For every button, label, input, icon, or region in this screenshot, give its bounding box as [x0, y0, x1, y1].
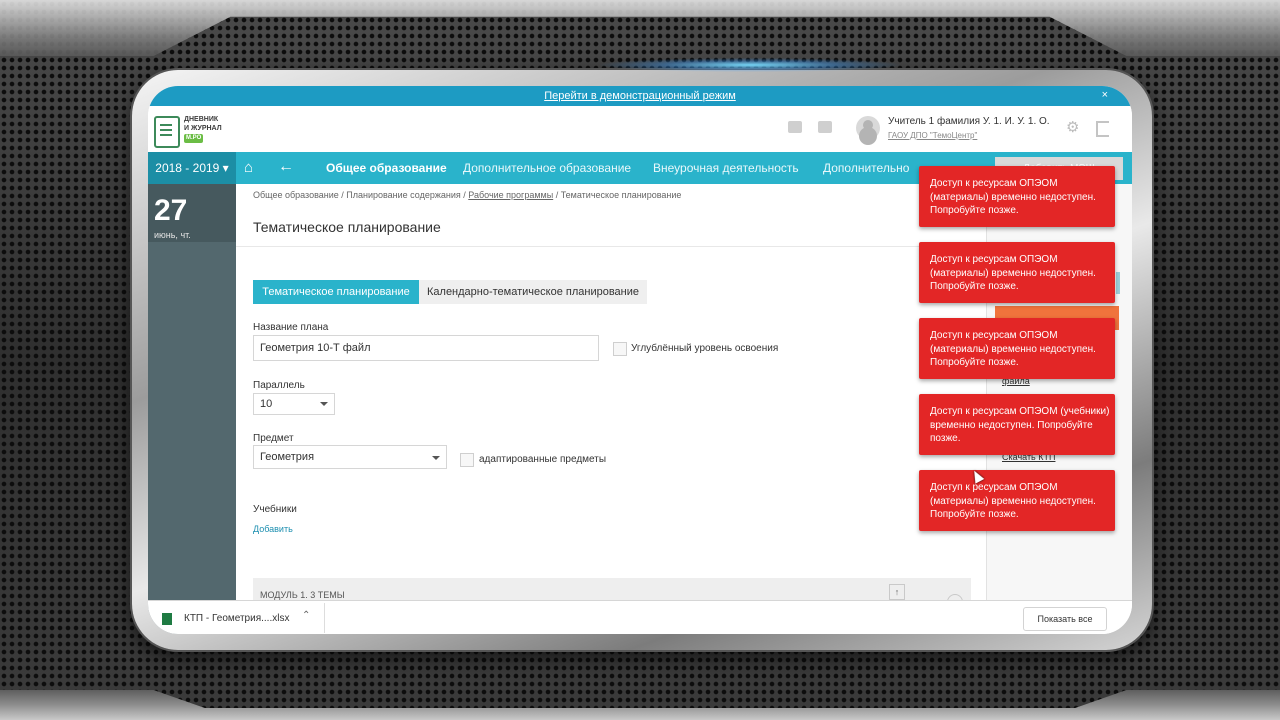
tab-calendar-planning[interactable]: Календарно-тематическое планирование	[419, 280, 647, 304]
divider	[324, 603, 325, 633]
year-selector[interactable]: 2018 - 2019 ▾	[148, 152, 236, 184]
user-organization[interactable]: ГАОУ ДПО "ТемоЦентр"	[888, 131, 977, 140]
add-textbook-link[interactable]: Добавить	[253, 524, 293, 534]
error-toast[interactable]: Доступ к ресурсам ОПЭОМ (материалы) врем…	[919, 470, 1115, 531]
frame-glow	[600, 58, 900, 72]
logo-badge: М.РО	[184, 134, 204, 143]
nav-item-general[interactable]: Общее образование	[326, 152, 447, 184]
module-label: МОДУЛЬ 1. 3 ТЕМЫ	[260, 590, 345, 600]
parallel-select[interactable]: 10	[253, 393, 335, 415]
download-item[interactable]: КТП - Геометрия....xlsx	[184, 613, 289, 624]
nav-item-additional-education[interactable]: Дополнительное образование	[463, 152, 631, 184]
notification-icon[interactable]	[788, 121, 802, 133]
error-toast[interactable]: Доступ к ресурсам ОПЭОМ (учебники) време…	[919, 394, 1115, 455]
demo-mode-link[interactable]: Перейти в демонстрационный режим	[544, 90, 736, 102]
plan-name-label: Название плана	[253, 322, 329, 333]
breadcrumb-part-3: / Тематическое планирование	[553, 190, 682, 200]
demo-mode-bar: Перейти в демонстрационный режим ×	[148, 86, 1132, 106]
app-logo[interactable]: ДНЕВНИК И ЖУРНАЛ М.РО	[154, 114, 234, 148]
parallel-label: Параллель	[253, 380, 305, 391]
breadcrumb-work-programs[interactable]: Рабочие программы	[468, 190, 553, 200]
page-title: Тематическое планирование	[253, 219, 441, 235]
app-header: ДНЕВНИК И ЖУРНАЛ М.РО Учитель 1 фамилия …	[148, 106, 1132, 153]
toast-message: Доступ к ресурсам ОПЭОМ (учебники) време…	[930, 406, 1110, 444]
chevron-down-icon	[432, 456, 440, 460]
parallel-value: 10	[260, 398, 273, 410]
subject-label: Предмет	[253, 433, 294, 444]
avatar[interactable]	[856, 116, 880, 140]
plan-name-input[interactable]: Геометрия 10-Т файл	[253, 335, 599, 361]
logo-text: ДНЕВНИК И ЖУРНАЛ М.РО	[184, 115, 222, 143]
chevron-down-icon	[320, 402, 328, 406]
logo-line-1: ДНЕВНИК	[184, 116, 219, 123]
chevron-up-icon[interactable]: ⌃	[302, 610, 310, 621]
deep-level-checkbox[interactable]	[613, 342, 627, 356]
subject-value: Геометрия	[260, 451, 315, 463]
logo-line-2: И ЖУРНАЛ	[184, 125, 222, 132]
journal-icon	[154, 116, 180, 148]
divider	[236, 246, 988, 247]
gear-icon[interactable]: ⚙	[1066, 120, 1079, 135]
adapted-subjects-label: адаптированные предметы	[479, 454, 607, 465]
toast-message: Доступ к ресурсам ОПЭОМ (материалы) врем…	[930, 330, 1096, 368]
left-sidebar: 27 июнь, чт.	[148, 184, 236, 634]
browser-screen: Перейти в демонстрационный режим × ДНЕВН…	[148, 86, 1132, 634]
user-name[interactable]: Учитель 1 фамилия У. 1. И. У. 1. О.	[888, 116, 1050, 127]
back-arrow-icon[interactable]: ←	[278, 159, 294, 175]
mail-icon[interactable]	[818, 121, 832, 133]
date-widget: 27 июнь, чт.	[148, 184, 236, 242]
toast-message: Доступ к ресурсам ОПЭОМ (материалы) врем…	[930, 482, 1096, 520]
year-value: 2018 - 2019	[155, 161, 220, 175]
arrow-up-icon[interactable]: ↑	[889, 584, 905, 600]
excel-file-icon	[162, 613, 172, 625]
breadcrumb: Общее образование / Планирование содержа…	[253, 190, 681, 200]
toast-message: Доступ к ресурсам ОПЭОМ (материалы) врем…	[930, 254, 1096, 292]
textbooks-label: Учебники	[253, 504, 297, 515]
close-icon[interactable]: ×	[1102, 89, 1108, 101]
date-number: 27	[154, 194, 188, 227]
breadcrumb-part-1[interactable]: Общее образование / Планирование содержа…	[253, 190, 468, 200]
error-toast[interactable]: Доступ к ресурсам ОПЭОМ (материалы) врем…	[919, 318, 1115, 379]
nav-item-more[interactable]: Дополнительно	[823, 152, 909, 184]
logout-icon[interactable]	[1096, 121, 1109, 137]
metal-backdrop-top	[0, 0, 1280, 56]
error-toast[interactable]: Доступ к ресурсам ОПЭОМ (материалы) врем…	[919, 166, 1115, 227]
home-icon[interactable]: ⌂	[244, 160, 259, 175]
show-all-button[interactable]: Показать все	[1023, 607, 1107, 631]
nav-item-extracurricular[interactable]: Внеурочная деятельность	[653, 152, 799, 184]
scrollbar-thumb[interactable]	[1116, 272, 1120, 294]
date-day: июнь, чт.	[154, 230, 191, 240]
toast-message: Доступ к ресурсам ОПЭОМ (материалы) врем…	[930, 178, 1096, 216]
tab-thematic-planning[interactable]: Тематическое планирование	[253, 280, 419, 304]
downloads-bar: КТП - Геометрия....xlsx ⌃ Показать все	[148, 600, 1132, 634]
adapted-subjects-checkbox[interactable]	[460, 453, 474, 467]
metal-backdrop-bottom	[0, 690, 1280, 720]
error-toast[interactable]: Доступ к ресурсам ОПЭОМ (материалы) врем…	[919, 242, 1115, 303]
subject-select[interactable]: Геометрия	[253, 445, 447, 469]
deep-level-label: Углублённый уровень освоения	[631, 343, 779, 354]
